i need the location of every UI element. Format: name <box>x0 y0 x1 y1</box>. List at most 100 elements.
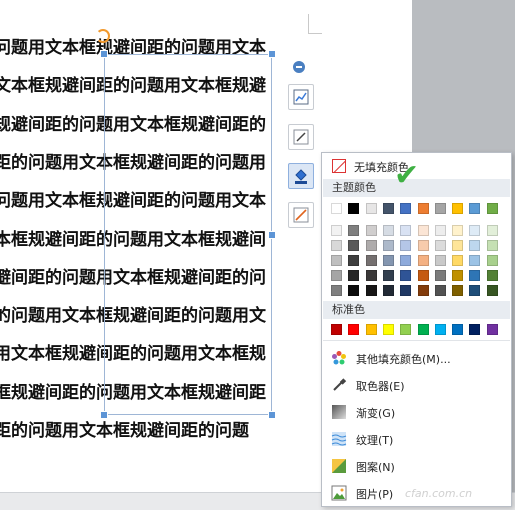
color-swatch[interactable] <box>331 225 342 236</box>
color-swatch[interactable] <box>400 240 412 251</box>
collapse-icon[interactable] <box>292 60 306 74</box>
resize-handle-top-right[interactable] <box>268 50 276 58</box>
color-swatch[interactable] <box>331 255 342 266</box>
texture-icon <box>331 431 347 447</box>
standard-color-swatch[interactable] <box>365 324 377 335</box>
color-swatch[interactable] <box>452 203 464 214</box>
color-swatch[interactable] <box>469 203 481 214</box>
color-swatch[interactable] <box>452 240 464 251</box>
margin-corner-mark <box>308 14 322 34</box>
color-swatch[interactable] <box>486 240 498 251</box>
color-swatch[interactable] <box>452 225 464 236</box>
color-swatch[interactable] <box>331 270 342 281</box>
color-swatch[interactable] <box>348 240 360 251</box>
color-swatch[interactable] <box>434 240 446 251</box>
color-swatch[interactable] <box>417 255 429 266</box>
color-swatch[interactable] <box>452 255 464 266</box>
color-swatch[interactable] <box>434 203 446 214</box>
color-swatch[interactable] <box>417 203 429 214</box>
color-swatch[interactable] <box>400 270 412 281</box>
color-swatch[interactable] <box>434 270 446 281</box>
color-swatch[interactable] <box>365 203 377 214</box>
color-swatch[interactable] <box>417 270 429 281</box>
color-swatch[interactable] <box>365 225 377 236</box>
standard-color-swatch[interactable] <box>452 324 464 335</box>
color-swatch[interactable] <box>331 240 342 251</box>
fill-menu-item[interactable]: 渐变(G) <box>323 399 510 425</box>
checkmark-annotation-icon: ✔ <box>394 158 420 193</box>
standard-color-swatch[interactable] <box>486 324 498 335</box>
standard-color-swatch[interactable] <box>417 324 429 335</box>
paint-bucket-icon <box>295 169 307 184</box>
standard-color-swatch[interactable] <box>382 324 394 335</box>
resize-handle-bottom-left[interactable] <box>100 411 108 419</box>
color-swatch[interactable] <box>417 285 429 296</box>
color-swatch[interactable] <box>348 203 360 214</box>
color-swatch[interactable] <box>348 270 360 281</box>
color-swatch[interactable] <box>365 285 377 296</box>
color-swatch[interactable] <box>331 203 342 214</box>
shape-style-button[interactable] <box>288 124 314 150</box>
color-swatch[interactable] <box>365 240 377 251</box>
color-swatch[interactable] <box>365 255 377 266</box>
color-swatch[interactable] <box>348 285 360 296</box>
text-line: 本框规避间距的问题用文本框规避间 <box>0 229 266 250</box>
standard-color-swatch[interactable] <box>331 324 342 335</box>
color-swatch[interactable] <box>452 270 464 281</box>
color-swatch[interactable] <box>348 255 360 266</box>
color-swatch[interactable] <box>382 225 394 236</box>
color-swatch[interactable] <box>486 203 498 214</box>
color-swatch[interactable] <box>469 270 481 281</box>
text-line: 用文本框规避间距的问题用文本框规 <box>0 344 266 365</box>
color-swatch[interactable] <box>348 225 360 236</box>
fill-menu-item[interactable]: 纹理(T) <box>323 426 510 452</box>
resize-handle-middle-right[interactable] <box>268 231 276 239</box>
standard-color-swatch[interactable] <box>434 324 446 335</box>
color-swatch[interactable] <box>400 225 412 236</box>
color-swatch[interactable] <box>331 285 342 296</box>
text-line: 问题用文本框规避间距的问题用文本 <box>0 191 266 212</box>
color-swatch[interactable] <box>486 285 498 296</box>
fill-button[interactable] <box>288 163 314 189</box>
rotate-handle[interactable] <box>96 29 110 43</box>
standard-colors-header: 标准色 <box>323 301 510 319</box>
color-swatch[interactable] <box>469 285 481 296</box>
color-swatch[interactable] <box>382 240 394 251</box>
standard-color-swatch[interactable] <box>400 324 412 335</box>
color-swatch[interactable] <box>469 225 481 236</box>
fill-menu-item[interactable]: 图案(N) <box>323 453 510 479</box>
outline-button[interactable] <box>288 202 314 228</box>
color-swatch[interactable] <box>486 255 498 266</box>
text-line: 避间距的问题用文本框规避间距的问 <box>0 267 266 288</box>
eyedropper-icon <box>331 377 347 393</box>
color-swatch[interactable] <box>469 240 481 251</box>
color-swatch[interactable] <box>486 225 498 236</box>
fill-menu-item-label: 渐变(G) <box>356 407 396 420</box>
fill-menu-item[interactable]: 其他填充颜色(M)... <box>323 345 510 371</box>
line-color-icon <box>293 207 309 223</box>
fill-menu-item[interactable]: 取色器(E) <box>323 372 510 398</box>
resize-handle-bottom-right[interactable] <box>268 411 276 419</box>
layout-options-button[interactable] <box>288 84 314 110</box>
color-swatch[interactable] <box>365 270 377 281</box>
color-swatch[interactable] <box>400 285 412 296</box>
color-swatch[interactable] <box>417 225 429 236</box>
color-swatch[interactable] <box>382 285 394 296</box>
color-swatch[interactable] <box>486 270 498 281</box>
color-swatch[interactable] <box>382 203 394 214</box>
color-swatch[interactable] <box>382 270 394 281</box>
standard-color-swatch[interactable] <box>348 324 360 335</box>
color-swatch[interactable] <box>452 285 464 296</box>
color-swatch[interactable] <box>434 285 446 296</box>
watermark: cfan.com.cn <box>405 487 473 500</box>
color-swatch[interactable] <box>417 240 429 251</box>
color-swatch[interactable] <box>434 255 446 266</box>
color-swatch[interactable] <box>434 225 446 236</box>
color-swatch[interactable] <box>400 203 412 214</box>
color-swatch[interactable] <box>382 255 394 266</box>
color-swatch[interactable] <box>469 255 481 266</box>
resize-handle-top-left[interactable] <box>100 50 108 58</box>
text-line: 的问题用文本框规避间距的问题用文 <box>0 306 266 327</box>
color-swatch[interactable] <box>400 255 412 266</box>
standard-color-swatch[interactable] <box>469 324 481 335</box>
